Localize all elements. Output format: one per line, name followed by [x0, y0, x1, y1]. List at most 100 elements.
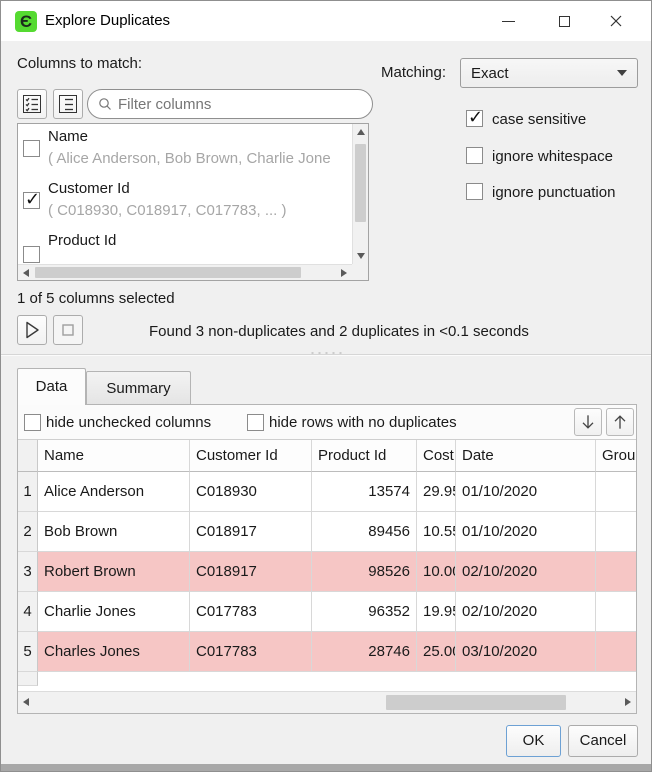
cell-date[interactable]: 01/10/2020: [456, 512, 596, 552]
cell-group[interactable]: [596, 592, 636, 632]
table-row-4[interactable]: 4 Charlie Jones C017783 96352 19.95 02/1…: [18, 592, 636, 632]
scroll-down-icon[interactable]: [353, 248, 369, 264]
filter-columns-input[interactable]: [118, 96, 348, 113]
cell-cost[interactable]: 29.95: [417, 472, 456, 512]
cell-product-id[interactable]: 28746: [312, 632, 417, 672]
cell-group[interactable]: [596, 632, 636, 672]
data-table: Name Customer Id Product Id Cost Date Gr…: [18, 440, 636, 691]
filter-columns-field[interactable]: [87, 89, 373, 119]
hide-unchecked-columns-label[interactable]: hide unchecked columns: [46, 414, 211, 431]
stop-button[interactable]: [53, 315, 83, 345]
cell-date[interactable]: 02/10/2020: [456, 552, 596, 592]
titlebar: Є Explore Duplicates: [1, 1, 651, 41]
cell-cost[interactable]: 10.00: [417, 552, 456, 592]
close-button[interactable]: [593, 1, 639, 41]
table-row-2[interactable]: 2 Bob Brown C018917 89456 10.55 01/10/20…: [18, 512, 636, 552]
maximize-button[interactable]: [541, 1, 587, 41]
cell-name[interactable]: Alice Anderson: [38, 472, 190, 512]
cell-cost[interactable]: 19.95: [417, 592, 456, 632]
cell-customer-id[interactable]: C018930: [190, 472, 312, 512]
columns-list-vertical-scrollbar[interactable]: [352, 124, 368, 264]
scroll-left-icon[interactable]: [18, 694, 34, 710]
cell-date[interactable]: 01/10/2020: [456, 472, 596, 512]
cell-name[interactable]: Bob Brown: [38, 512, 190, 552]
cell-cost[interactable]: 10.55: [417, 512, 456, 552]
hide-no-duplicate-rows-checkbox[interactable]: [247, 414, 264, 431]
arrow-down-icon: [578, 412, 598, 432]
horizontal-scroll-thumb[interactable]: [35, 267, 301, 278]
app-logo-icon: Є: [15, 11, 37, 32]
col-header-product-id[interactable]: Product Id: [312, 440, 417, 472]
hide-no-duplicate-rows-label[interactable]: hide rows with no duplicates: [269, 414, 457, 431]
columns-list-horizontal-scrollbar[interactable]: [18, 264, 352, 280]
scroll-right-icon[interactable]: [620, 694, 636, 710]
cell-customer-id[interactable]: C017783: [190, 592, 312, 632]
splitter-handle[interactable]: [309, 351, 345, 355]
run-button[interactable]: [17, 315, 47, 345]
cell-customer-id[interactable]: C018917: [190, 512, 312, 552]
row-number: 2: [18, 512, 38, 552]
check-all-icon: [23, 95, 41, 113]
column-checkbox-customer-id[interactable]: [23, 192, 40, 209]
scroll-up-icon[interactable]: [353, 124, 369, 140]
cell-group[interactable]: [596, 552, 636, 592]
cell-group[interactable]: [596, 472, 636, 512]
table-row-1[interactable]: 1 Alice Anderson C018930 13574 29.95 01/…: [18, 472, 636, 512]
case-sensitive-label[interactable]: case sensitive: [492, 111, 586, 128]
cell-group[interactable]: [596, 512, 636, 552]
table-toolbar: hide unchecked columns hide rows with no…: [18, 405, 636, 440]
tab-data[interactable]: Data: [17, 368, 86, 405]
col-header-group[interactable]: Group: [596, 440, 636, 472]
column-checkbox-product-id[interactable]: [23, 246, 40, 263]
cell-product-id[interactable]: 13574: [312, 472, 417, 512]
cell-name[interactable]: Charles Jones: [38, 632, 190, 672]
ignore-punctuation-label[interactable]: ignore punctuation: [492, 184, 615, 201]
table-row-5[interactable]: 5 Charles Jones C017783 28746 25.00 03/1…: [18, 632, 636, 672]
cell-cost[interactable]: 25.00: [417, 632, 456, 672]
cell-customer-id[interactable]: C017783: [190, 632, 312, 672]
check-all-button[interactable]: [17, 89, 47, 119]
ignore-punctuation-checkbox[interactable]: [466, 183, 483, 200]
table-scroll-thumb[interactable]: [386, 695, 566, 710]
case-sensitive-checkbox[interactable]: [466, 110, 483, 127]
cell-product-id[interactable]: 89456: [312, 512, 417, 552]
cell-date[interactable]: 02/10/2020: [456, 592, 596, 632]
ok-button[interactable]: OK: [506, 725, 561, 757]
ignore-whitespace-label[interactable]: ignore whitespace: [492, 148, 613, 165]
table-row-3[interactable]: 3 Robert Brown C018917 98526 10.00 02/10…: [18, 552, 636, 592]
table-horizontal-scrollbar[interactable]: [18, 691, 636, 713]
arrow-up-icon: [610, 412, 630, 432]
cell-date[interactable]: 03/10/2020: [456, 632, 596, 672]
column-name-label[interactable]: Name: [48, 128, 88, 145]
col-header-cost[interactable]: Cost: [417, 440, 456, 472]
cell-name[interactable]: Charlie Jones: [38, 592, 190, 632]
tab-summary-label: Summary: [106, 380, 170, 397]
previous-duplicate-button[interactable]: [606, 408, 634, 436]
tab-summary[interactable]: Summary: [86, 371, 191, 405]
column-checkbox-name[interactable]: [23, 140, 40, 157]
matching-dropdown[interactable]: Exact: [460, 58, 638, 88]
cancel-button[interactable]: Cancel: [568, 725, 638, 757]
cell-product-id[interactable]: 98526: [312, 552, 417, 592]
next-duplicate-button[interactable]: [574, 408, 602, 436]
uncheck-all-button[interactable]: [53, 89, 83, 119]
tab-data-label: Data: [36, 378, 68, 395]
scroll-left-icon[interactable]: [18, 265, 34, 281]
ignore-whitespace-checkbox[interactable]: [466, 147, 483, 164]
col-header-customer-id[interactable]: Customer Id: [190, 440, 312, 472]
cell-product-id[interactable]: 96352: [312, 592, 417, 632]
column-name-sample: ( Alice Anderson, Bob Brown, Charlie Jon…: [48, 150, 331, 167]
scrollbar-corner: [352, 264, 368, 280]
vertical-scroll-thumb[interactable]: [355, 144, 366, 222]
cell-customer-id[interactable]: C018917: [190, 552, 312, 592]
col-header-name[interactable]: Name: [38, 440, 190, 472]
hide-unchecked-columns-checkbox[interactable]: [24, 414, 41, 431]
column-product-id-label[interactable]: Product Id: [48, 232, 116, 249]
column-customer-id-label[interactable]: Customer Id: [48, 180, 130, 197]
minimize-button[interactable]: [485, 1, 531, 41]
ok-button-label: OK: [523, 732, 545, 749]
window-bottom-edge: [1, 764, 652, 771]
cell-name[interactable]: Robert Brown: [38, 552, 190, 592]
scroll-right-icon[interactable]: [336, 265, 352, 281]
col-header-date[interactable]: Date: [456, 440, 596, 472]
